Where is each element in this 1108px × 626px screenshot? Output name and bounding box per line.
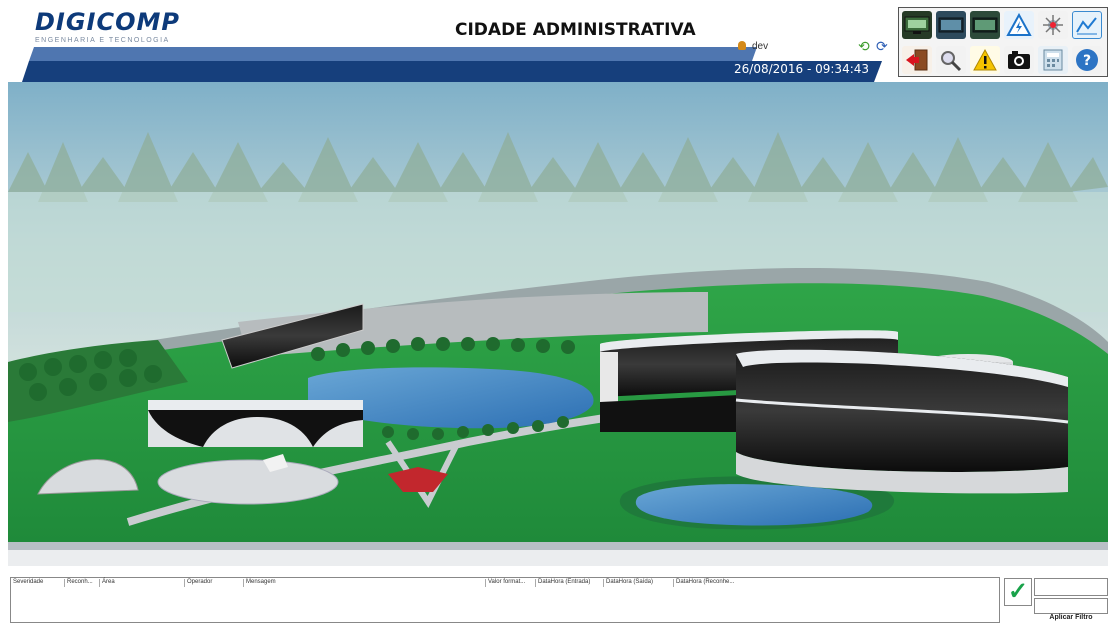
filter-field-2[interactable] xyxy=(1034,598,1108,614)
calculator-icon[interactable] xyxy=(1038,46,1068,74)
search-icon[interactable] xyxy=(936,46,966,74)
col-datahora-reconhecimento[interactable]: DataHora (Reconhe... xyxy=(673,579,734,587)
col-datahora-entrada[interactable]: DataHora (Entrada) xyxy=(535,579,590,587)
chart-icon[interactable] xyxy=(1072,11,1102,39)
display-dark-icon[interactable] xyxy=(970,11,1000,39)
col-reconhecido[interactable]: Reconh... xyxy=(64,579,93,587)
monitor-icon[interactable] xyxy=(902,11,932,39)
network-icon[interactable] xyxy=(1038,11,1068,39)
undo-icon[interactable]: ⟲ xyxy=(858,39,872,53)
electrical-warning-icon[interactable] xyxy=(1004,11,1034,39)
filter-field[interactable] xyxy=(1034,578,1108,596)
camera-icon[interactable] xyxy=(1004,46,1034,74)
col-severidade[interactable]: Severidade xyxy=(11,579,43,587)
logo: DIGICOMP xyxy=(35,8,180,36)
col-area[interactable]: Área xyxy=(99,579,115,587)
user-name: dev xyxy=(752,41,769,52)
apply-filter-button[interactable]: Aplicar Filtro xyxy=(1034,614,1108,626)
help-icon[interactable]: ? xyxy=(1072,46,1102,74)
user-label: dev xyxy=(738,41,768,52)
col-operador[interactable]: Operador xyxy=(184,579,212,587)
acknowledge-check-button[interactable]: ✓ xyxy=(1004,578,1032,606)
campus-scene xyxy=(8,82,1108,542)
alarm-table-header: Severidade Reconh... Área Operador Mensa… xyxy=(11,578,999,588)
toolbar: ? xyxy=(898,7,1108,77)
exit-door-icon[interactable] xyxy=(902,46,932,74)
svg-text:?: ? xyxy=(1083,53,1091,69)
col-valor-formatado[interactable]: Valor format... xyxy=(485,579,525,587)
scene-bottom-band xyxy=(8,550,1108,566)
logo-subtitle: ENGENHARIA E TECNOLOGIA xyxy=(35,37,170,44)
header: DIGICOMP ENGENHARIA E TECNOLOGIA CIDADE … xyxy=(0,0,1108,82)
col-mensagem[interactable]: Mensagem xyxy=(243,579,276,587)
col-datahora-saida[interactable]: DataHora (Saída) xyxy=(603,579,653,587)
user-icon xyxy=(738,41,746,50)
display-icon[interactable] xyxy=(936,11,966,39)
alert-icon[interactable] xyxy=(970,46,1000,74)
page-title: CIDADE ADMINISTRATIVA xyxy=(455,20,696,40)
datetime: 26/08/2016 - 09:34:43 xyxy=(734,62,870,76)
redo-icon[interactable]: ⟳ xyxy=(876,39,890,53)
scene-bottom-strip xyxy=(8,542,1108,550)
alarm-table[interactable]: Severidade Reconh... Área Operador Mensa… xyxy=(10,577,1000,623)
